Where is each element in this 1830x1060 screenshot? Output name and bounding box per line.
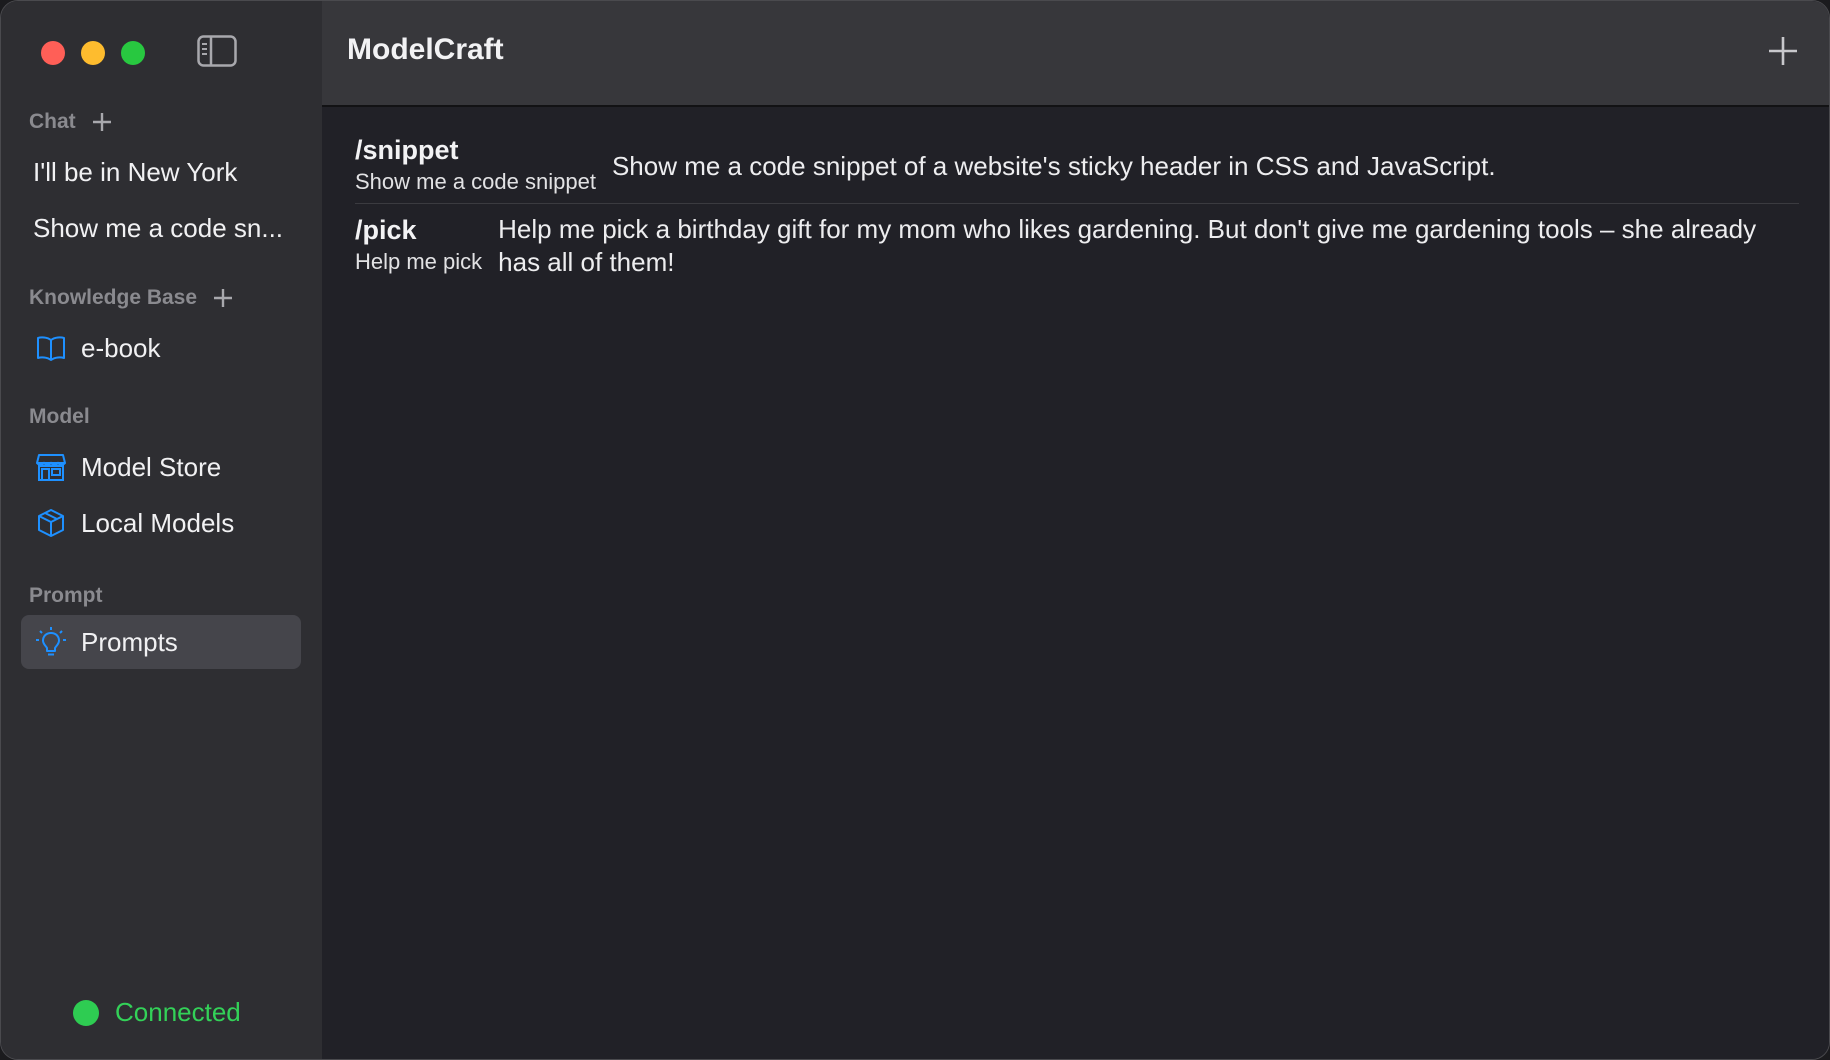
prompt-list-item[interactable]: /pick Help me pick Help me pick a birthd… <box>355 213 1799 279</box>
book-icon <box>37 336 65 361</box>
add-prompt-icon[interactable] <box>1767 35 1799 67</box>
prompt-text: Show me a code snippet of a website's st… <box>611 151 1496 181</box>
sidebar-item-local-models[interactable]: Local Models <box>21 496 301 550</box>
sidebar-item-model-store[interactable]: Model Store <box>21 440 301 494</box>
prompt-subtitle: Help me pick <box>355 249 483 274</box>
main-panel: ModelCraft /snippet Show me a code snipp… <box>322 1 1829 1059</box>
store-icon <box>36 454 66 481</box>
sidebar-item-label: Local Models <box>81 507 235 538</box>
cube-icon <box>38 509 64 537</box>
chat-item-label: Show me a code sn... <box>33 212 284 243</box>
chat-item[interactable]: I'll be in New York <box>21 145 301 199</box>
sidebar-item-e-book[interactable]: e-book <box>21 321 301 375</box>
add-knowledge-base-icon[interactable] <box>213 288 233 308</box>
add-chat-icon[interactable] <box>92 112 112 132</box>
sidebar-item-prompts[interactable]: Prompts <box>21 615 301 669</box>
chat-header-label: Chat <box>29 110 76 133</box>
status-dot-icon <box>73 999 99 1026</box>
lightbulb-icon <box>36 627 66 656</box>
page-title: ModelCraft <box>347 33 504 66</box>
chat-item[interactable]: Show me a code sn... <box>21 201 301 255</box>
window-controls <box>41 41 145 65</box>
knowledge-base-section-header: Knowledge Base <box>29 286 233 310</box>
sidebar-item-label: e-book <box>81 332 161 363</box>
sidebar: Chat I'll be in New York Show me a code … <box>1 1 322 1059</box>
sidebar-item-label: Model Store <box>81 451 222 482</box>
prompt-heading: /snippet Show me a code snippet <box>355 133 596 197</box>
connection-status: Connected <box>73 997 241 1028</box>
chat-item-label: I'll be in New York <box>33 156 238 187</box>
prompt-list-item[interactable]: /snippet Show me a code snippet Show me … <box>355 133 1799 204</box>
model-section-header: Model <box>29 405 90 429</box>
status-label: Connected <box>115 997 241 1027</box>
minimize-window-button[interactable] <box>81 41 105 65</box>
prompt-subtitle: Show me a code snippet <box>355 169 596 194</box>
prompt-heading: /pick Help me pick <box>355 213 482 277</box>
zoom-window-button[interactable] <box>121 41 145 65</box>
close-window-button[interactable] <box>41 41 65 65</box>
prompt-text: Help me pick a birthday gift for my mom … <box>498 214 1757 277</box>
knowledge-base-header-label: Knowledge Base <box>29 286 198 309</box>
prompt-command: /snippet <box>355 135 459 165</box>
title-bar: ModelCraft <box>322 1 1829 107</box>
app-window: Chat I'll be in New York Show me a code … <box>0 0 1830 1060</box>
prompt-section-header: Prompt <box>29 584 103 608</box>
model-header-label: Model <box>29 405 90 428</box>
chat-section-header: Chat <box>29 110 112 134</box>
prompt-header-label: Prompt <box>29 584 103 607</box>
sidebar-toggle-icon[interactable] <box>197 35 237 67</box>
prompt-command: /pick <box>355 215 417 245</box>
sidebar-item-label: Prompts <box>81 626 178 657</box>
